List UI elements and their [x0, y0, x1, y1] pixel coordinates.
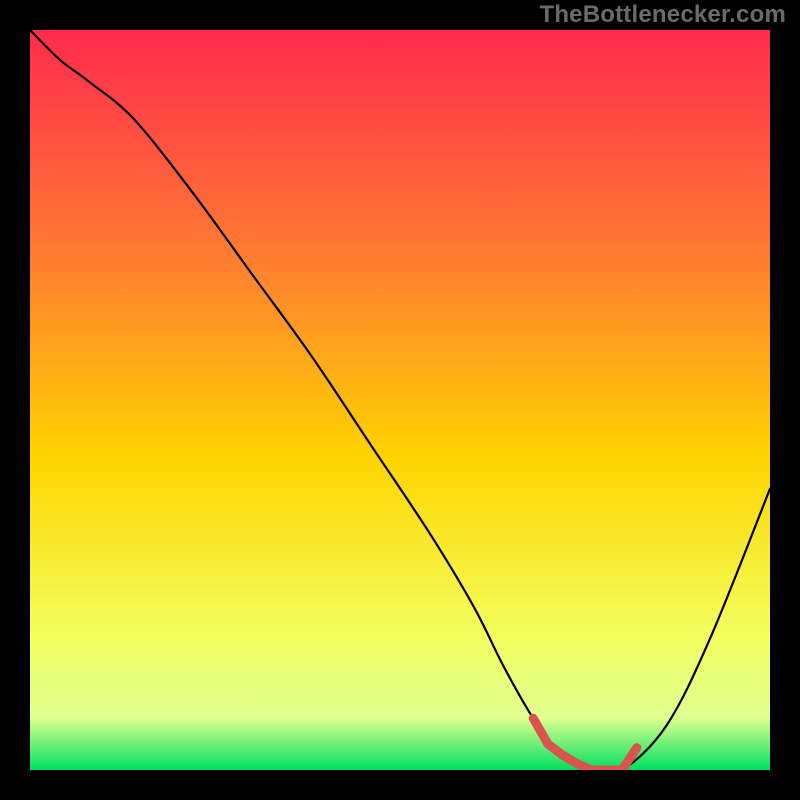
- plot-area: [30, 30, 770, 770]
- watermark-text: TheBottlenecker.com: [539, 1, 786, 29]
- chart-container: TheBottlenecker.com: [0, 0, 800, 800]
- gradient-background: [30, 30, 770, 770]
- chart-svg: [30, 30, 770, 770]
